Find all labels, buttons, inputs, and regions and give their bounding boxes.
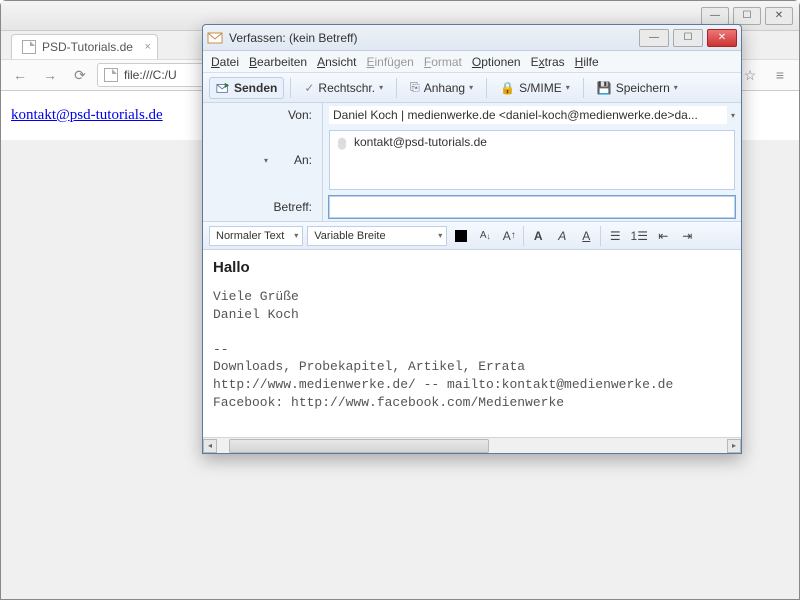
tab-close-icon[interactable]: × [144, 41, 150, 53]
menu-einfuegen[interactable]: Einfügen [366, 55, 413, 69]
address-entry[interactable]: kontakt@psd-tutorials.de [332, 133, 732, 151]
body-line: Viele Grüße [213, 288, 731, 306]
format-toolbar: Normaler Text Variable Breite A↓ A↑ A A … [203, 222, 741, 250]
indent-button[interactable]: ⇥ [677, 226, 697, 246]
send-icon [216, 81, 230, 95]
lock-icon: 🔒 [500, 81, 515, 95]
compose-toolbar: Senden ✓ Rechtschr. ▾ ⎘ Anhang ▾ 🔒 S/MIM… [203, 73, 741, 103]
address-box[interactable]: kontakt@psd-tutorials.de [329, 130, 735, 190]
to-label[interactable]: ▾ An: [203, 127, 323, 193]
attach-label: Anhang [424, 81, 465, 95]
mailto-link[interactable]: kontakt@psd-tutorials.de [11, 107, 163, 123]
signature-line: Facebook: http://www.facebook.com/Medien… [213, 394, 731, 412]
menu-optionen[interactable]: Optionen [472, 55, 521, 69]
italic-button[interactable]: A [552, 226, 572, 246]
paragraph-style-select[interactable]: Normaler Text [209, 226, 303, 246]
compose-title: Verfassen: (kein Betreff) [229, 31, 635, 45]
to-value: kontakt@psd-tutorials.de [354, 135, 487, 149]
spellcheck-label: Rechtschr. [318, 81, 375, 95]
separator [600, 226, 601, 246]
send-button[interactable]: Senden [209, 77, 284, 99]
from-dropdown[interactable]: Daniel Koch | medienwerke.de <daniel-koc… [323, 103, 741, 127]
subject-row: Betreff: [203, 193, 741, 221]
menu-format[interactable]: Format [424, 55, 462, 69]
tab-title: PSD-Tutorials.de [42, 40, 133, 54]
bold-button[interactable]: A [528, 226, 548, 246]
forward-button[interactable]: → [37, 63, 63, 87]
subject-field-wrap [323, 193, 741, 221]
close-button[interactable]: ✕ [765, 7, 793, 25]
subject-input[interactable] [329, 196, 735, 218]
spellcheck-button[interactable]: ✓ Rechtschr. ▾ [297, 77, 390, 99]
attach-button[interactable]: ⎘ Anhang ▾ [403, 77, 480, 99]
maximize-button[interactable]: ☐ [733, 7, 761, 25]
envelope-icon [207, 30, 223, 46]
file-icon [22, 40, 36, 54]
compose-close-button[interactable]: ✕ [707, 29, 737, 47]
font-smaller-button[interactable]: A↓ [475, 226, 495, 246]
body-line: Daniel Koch [213, 306, 731, 324]
check-icon: ✓ [304, 81, 314, 95]
menu-datei[interactable]: Datei [211, 55, 239, 69]
url-text: file:///C:/U [124, 68, 177, 82]
menu-hilfe[interactable]: Hilfe [575, 55, 599, 69]
underline-button[interactable]: A [576, 226, 596, 246]
headers-section: Von: Daniel Koch | medienwerke.de <danie… [203, 103, 741, 222]
from-row: Von: Daniel Koch | medienwerke.de <danie… [203, 103, 741, 127]
minimize-button[interactable]: — [701, 7, 729, 25]
compose-titlebar[interactable]: Verfassen: (kein Betreff) — ☐ ✕ [203, 25, 741, 51]
send-label: Senden [234, 81, 277, 95]
back-button[interactable]: ← [7, 63, 33, 87]
recipient-type-dropdown[interactable]: ▾ [264, 156, 268, 165]
subject-label: Betreff: [203, 193, 323, 221]
to-field[interactable]: kontakt@psd-tutorials.de [323, 127, 741, 193]
menu-bearbeiten[interactable]: Bearbeiten [249, 55, 307, 69]
font-family-select[interactable]: Variable Breite [307, 226, 447, 246]
separator [486, 78, 487, 98]
person-icon [338, 138, 346, 146]
to-row: ▾ An: kontakt@psd-tutorials.de [203, 127, 741, 193]
compose-menubar: Datei Bearbeiten Ansicht Einfügen Format… [203, 51, 741, 73]
reload-button[interactable]: ⟳ [67, 63, 93, 87]
chevron-down-icon: ▾ [566, 83, 570, 92]
signature-sep: -- [213, 341, 731, 359]
menu-extras[interactable]: Extras [531, 55, 565, 69]
compose-minimize-button[interactable]: — [639, 29, 669, 47]
separator [396, 78, 397, 98]
numbered-list-button[interactable]: 1☰ [629, 226, 649, 246]
smime-label: S/MIME [519, 81, 562, 95]
signature-line: http://www.medienwerke.de/ -- mailto:kon… [213, 376, 731, 394]
from-value: Daniel Koch | medienwerke.de <daniel-koc… [333, 108, 723, 122]
body-greeting: Hallo [213, 258, 731, 278]
separator [290, 78, 291, 98]
save-label: Speichern [616, 81, 670, 95]
menu-ansicht[interactable]: Ansicht [317, 55, 356, 69]
outdent-button[interactable]: ⇤ [653, 226, 673, 246]
horizontal-scrollbar[interactable]: ◂ ▸ [203, 437, 741, 453]
separator [523, 226, 524, 246]
separator [583, 78, 584, 98]
file-icon [104, 68, 118, 82]
scroll-left-arrow[interactable]: ◂ [203, 439, 217, 453]
menu-button[interactable]: ≡ [767, 63, 793, 87]
bullet-list-button[interactable]: ☰ [605, 226, 625, 246]
text-color-button[interactable] [451, 226, 471, 246]
chevron-down-icon: ▾ [379, 83, 383, 92]
chevron-down-icon: ▾ [469, 83, 473, 92]
save-button[interactable]: 💾 Speichern ▾ [590, 77, 685, 99]
smime-button[interactable]: 🔒 S/MIME ▾ [493, 77, 577, 99]
browser-tab[interactable]: PSD-Tutorials.de × [11, 34, 158, 59]
scroll-thumb[interactable] [229, 439, 489, 453]
font-larger-button[interactable]: A↑ [499, 226, 519, 246]
message-body[interactable]: Hallo Viele Grüße Daniel Koch -- Downloa… [203, 250, 741, 437]
color-swatch-icon [455, 230, 467, 242]
compose-maximize-button[interactable]: ☐ [673, 29, 703, 47]
from-label: Von: [203, 103, 323, 127]
chevron-down-icon: ▾ [674, 83, 678, 92]
scroll-right-arrow[interactable]: ▸ [727, 439, 741, 453]
signature-line: Downloads, Probekapitel, Artikel, Errata [213, 358, 731, 376]
compose-window: Verfassen: (kein Betreff) — ☐ ✕ Datei Be… [202, 24, 742, 454]
paperclip-icon: ⎘ [410, 80, 420, 95]
save-icon: 💾 [597, 81, 612, 95]
